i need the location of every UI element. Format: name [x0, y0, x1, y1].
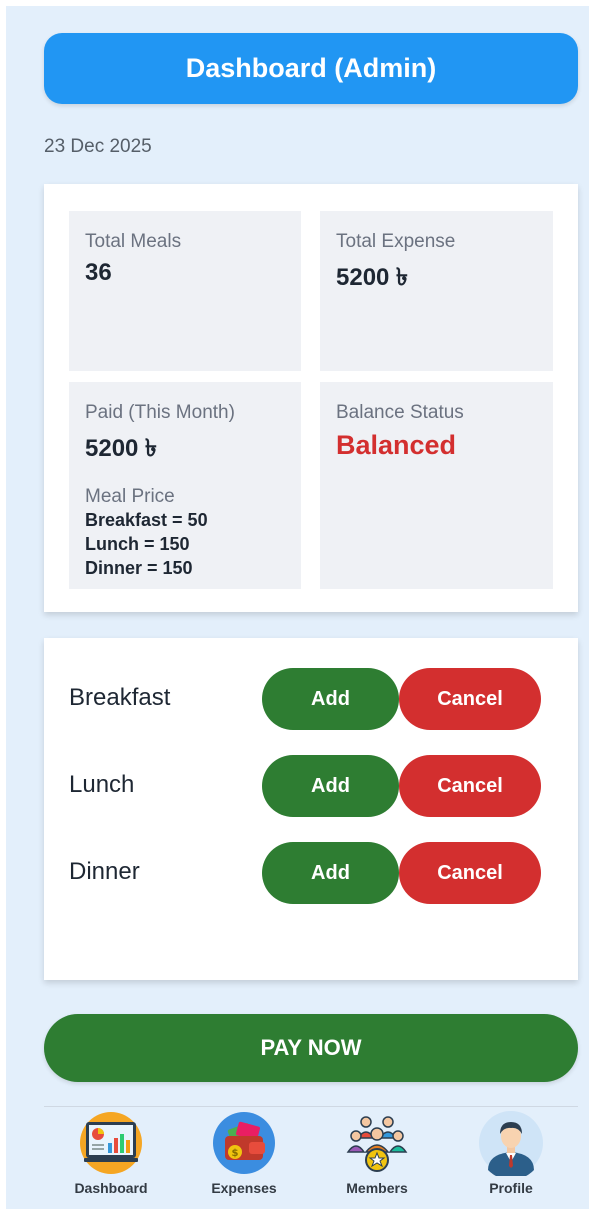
nav-item-members[interactable]: Members — [322, 1110, 432, 1206]
meal-name-dinner: Dinner — [69, 858, 140, 885]
meal-price-dinner: Dinner = 150 — [85, 558, 193, 578]
cancel-dinner-button[interactable]: Cancel — [399, 842, 541, 904]
cancel-lunch-button[interactable]: Cancel — [399, 755, 541, 817]
meal-price-label: Meal Price — [85, 486, 175, 507]
meal-name-lunch: Lunch — [69, 771, 135, 798]
paid-tile: Paid (This Month) 5200 ৳ Meal Price Brea… — [69, 382, 301, 589]
total-expense-value: 5200 ৳ — [336, 264, 409, 291]
nav-label-profile: Profile — [489, 1180, 533, 1196]
total-meals-value: 36 — [85, 259, 112, 286]
add-breakfast-button[interactable]: Add — [262, 668, 399, 730]
add-dinner-button[interactable]: Add — [262, 842, 399, 904]
balance-status-value: Balanced — [336, 430, 457, 460]
cancel-breakfast-button[interactable]: Cancel — [399, 668, 541, 730]
meal-price-breakfast: Breakfast = 50 — [85, 510, 208, 530]
nav-label-expenses: Expenses — [211, 1180, 277, 1196]
meal-actions-card: Breakfast Add Cancel Lunch Add Cancel Di… — [44, 638, 578, 980]
page-title: Dashboard (Admin) — [44, 33, 578, 104]
nav-label-dashboard: Dashboard — [74, 1180, 148, 1196]
dashboard-chart-icon — [80, 1112, 142, 1174]
current-date: 23 Dec 2025 — [44, 136, 152, 157]
nav-divider — [44, 1106, 578, 1107]
members-group-icon — [346, 1116, 408, 1172]
add-lunch-button[interactable]: Add — [262, 755, 399, 817]
profile-avatar-icon — [479, 1111, 543, 1176]
total-meals-tile: Total Meals 36 — [69, 211, 301, 371]
meal-price-lunch: Lunch = 150 — [85, 534, 190, 554]
paid-value: 5200 ৳ — [85, 435, 158, 462]
meal-row-breakfast: Breakfast Add Cancel — [44, 668, 578, 730]
meal-row-dinner: Dinner Add Cancel — [44, 842, 578, 904]
balance-status-label: Balance Status — [336, 402, 464, 423]
meal-row-lunch: Lunch Add Cancel — [44, 755, 578, 817]
nav-item-expenses[interactable]: $ Expenses — [189, 1110, 299, 1206]
nav-label-members: Members — [346, 1180, 408, 1196]
total-expense-label: Total Expense — [336, 231, 456, 252]
total-expense-tile: Total Expense 5200 ৳ — [320, 211, 553, 371]
balance-status-tile: Balance Status Balanced — [320, 382, 553, 589]
paid-label: Paid (This Month) — [85, 402, 235, 423]
nav-item-dashboard[interactable]: Dashboard — [56, 1110, 166, 1206]
nav-item-profile[interactable]: Profile — [456, 1110, 566, 1206]
total-meals-label: Total Meals — [85, 231, 182, 252]
svg-text:$: $ — [232, 1148, 239, 1159]
pay-now-button[interactable]: PAY NOW — [44, 1014, 578, 1082]
stats-card: Total Meals 36 Total Expense 5200 ৳ Paid… — [44, 184, 578, 612]
wallet-icon: $ — [213, 1112, 275, 1174]
meal-name-breakfast: Breakfast — [69, 684, 171, 711]
app-screen: Dashboard (Admin) 23 Dec 2025 Total Meal… — [6, 6, 589, 1209]
